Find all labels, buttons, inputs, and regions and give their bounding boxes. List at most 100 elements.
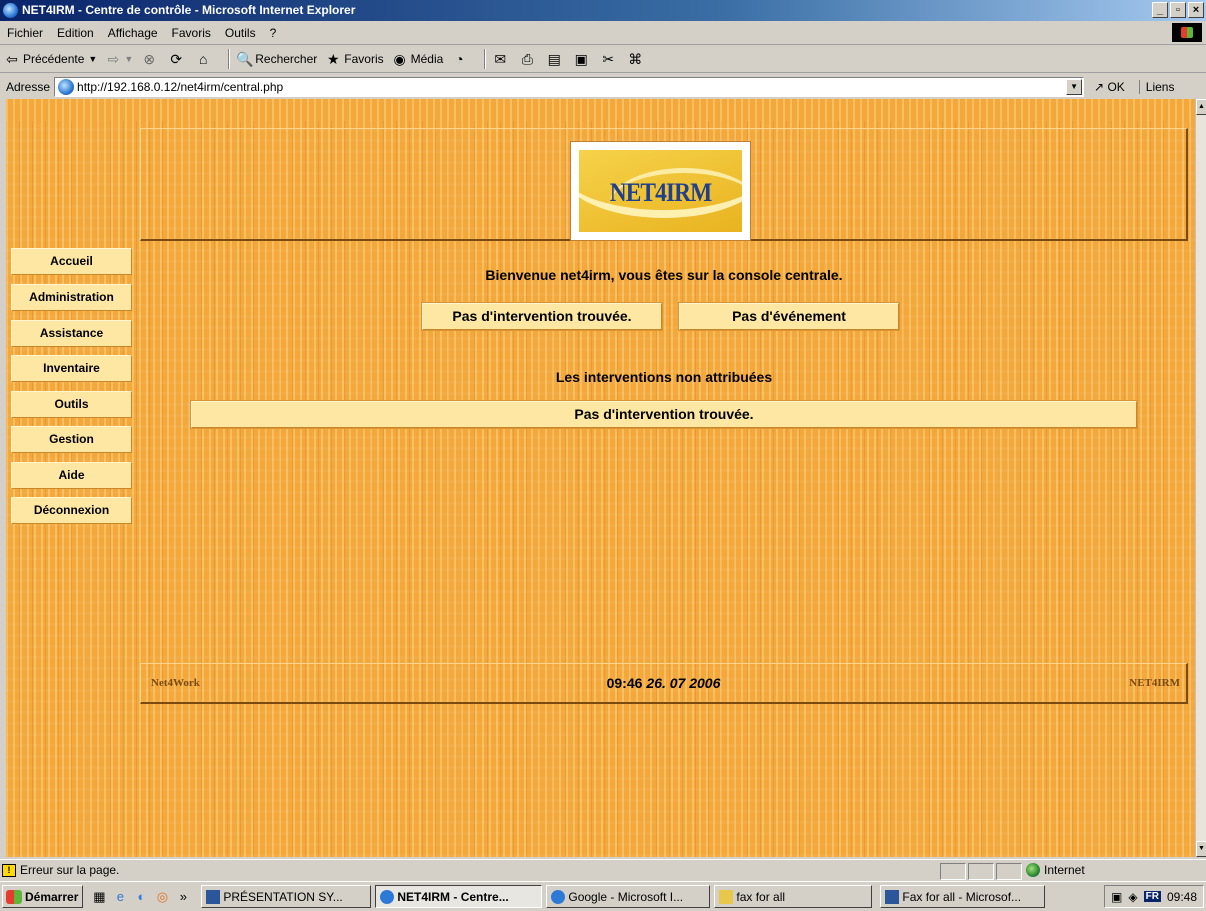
address-dropdown-button[interactable]: ▼ (1066, 78, 1083, 95)
toolbar: ⇦ Précédente ▼ ⇨ ▼ ⊗ ⟳ ⌂ 🔍 Rechercher ★ Favor… (0, 45, 1206, 73)
favorites-button[interactable]: ★ Favoris (325, 50, 384, 67)
home-icon: ⌂ (199, 50, 208, 67)
address-input[interactable]: http://192.168.0.12/net4irm/central.php … (54, 76, 1085, 97)
nav-outils[interactable]: Outils (11, 391, 132, 418)
edit-icon: ▤ (547, 50, 561, 67)
menu-outils[interactable]: Outils (218, 26, 263, 40)
start-button[interactable]: Démarrer (2, 885, 84, 908)
network-icon[interactable]: ▣ (1111, 890, 1122, 904)
edit-button[interactable]: ▤ (546, 51, 565, 67)
word-icon (885, 889, 900, 904)
system-tray: ▣ ◈ FR 09:48 (1104, 885, 1204, 908)
menu-affichage[interactable]: Affichage (101, 26, 165, 40)
unassigned-empty-box: Pas d'intervention trouvée. (190, 400, 1138, 429)
no-event-box[interactable]: Pas d'événement (678, 302, 900, 331)
links-button[interactable]: Liens (1138, 79, 1174, 94)
no-intervention-box[interactable]: Pas d'intervention trouvée. (421, 302, 663, 331)
discuss-icon: ▣ (574, 50, 588, 67)
history-button[interactable]: ◔ (451, 51, 470, 67)
address-bar: Adresse http://192.168.0.12/net4irm/cent… (0, 74, 1206, 99)
menu-favoris[interactable]: Favoris (165, 26, 218, 40)
more-chevron-icon[interactable]: » (175, 889, 191, 905)
nav-aide[interactable]: Aide (11, 462, 132, 489)
security-zone: Internet (1026, 863, 1085, 877)
status-bar: ! Erreur sur la page. Internet (0, 859, 1206, 882)
menu-edition[interactable]: Edition (50, 26, 101, 40)
media-player-icon[interactable]: ◎ (154, 889, 170, 905)
word-icon (206, 889, 221, 904)
task-presentation[interactable]: PRÉSENTATION SY... (201, 885, 372, 908)
nav-inventaire[interactable]: Inventaire (11, 355, 132, 382)
back-arrow-icon: ⇦ (6, 50, 18, 67)
stop-icon: ⊗ (143, 50, 156, 67)
ie-icon (3, 3, 18, 18)
discuss-button[interactable]: ▣ (573, 51, 592, 67)
refresh-button[interactable]: ⟳ (168, 51, 187, 67)
go-button[interactable]: ↗ OK (1094, 80, 1125, 94)
unassigned-title: Les interventions non attribuées (555, 369, 773, 385)
research-button[interactable]: ⌘ (627, 51, 646, 67)
dropdown-arrow-icon: ▼ (88, 53, 98, 64)
menu-fichier[interactable]: Fichier (0, 26, 50, 40)
search-button[interactable]: 🔍 Rechercher (236, 51, 317, 67)
task-fax-word[interactable]: Fax for all - Microsof... (880, 885, 1046, 908)
windows-logo-icon (1172, 23, 1202, 42)
task-google[interactable]: Google - Microsoft I... (546, 885, 711, 908)
nav-assistance[interactable]: Assistance (11, 320, 132, 347)
task-fax-folder[interactable]: fax for all (714, 885, 873, 908)
nav-gestion[interactable]: Gestion (11, 426, 132, 453)
status-pane (996, 863, 1022, 880)
task-net4irm[interactable]: NET4IRM - Centre... (375, 885, 543, 908)
outlook-icon[interactable]: ◐ (133, 889, 149, 905)
footer-datetime: 09:46 26. 07 2006 (141, 675, 1186, 691)
minimize-button[interactable]: _ (1152, 2, 1168, 18)
mail-icon: ✉ (494, 50, 507, 67)
favorites-icon: ★ (326, 50, 340, 67)
refresh-icon: ⟳ (170, 50, 183, 67)
ie-icon (551, 889, 566, 904)
nav-accueil[interactable]: Accueil (11, 248, 132, 275)
footer-product: NET4IRM (1129, 677, 1180, 689)
internet-globe-icon (1026, 863, 1040, 877)
status-message[interactable]: ! Erreur sur la page. (2, 863, 119, 877)
taskbar: Démarrer ▦ e ◐ ◎ » PRÉSENTATION SY... NE… (0, 881, 1206, 911)
home-button[interactable]: ⌂ (195, 51, 214, 67)
media-button[interactable]: ◉ Média (392, 51, 444, 67)
nav-deconnexion[interactable]: Déconnexion (11, 497, 132, 524)
scroll-up-button[interactable]: ▲ (1196, 99, 1206, 115)
clock[interactable]: 09:48 (1167, 890, 1197, 904)
forward-button[interactable]: ⇨ ▼ (105, 51, 133, 67)
toolbar-separator (484, 48, 487, 69)
media-icon: ◉ (393, 50, 406, 67)
back-button[interactable]: ⇦ Précédente ▼ (4, 51, 97, 67)
research-icon: ⌘ (628, 50, 643, 67)
status-pane (940, 863, 966, 880)
tray-app-icon[interactable]: ◈ (1128, 890, 1137, 904)
vertical-scrollbar[interactable]: ▲ ▼ (1195, 99, 1206, 857)
close-button[interactable]: × (1188, 2, 1204, 18)
nav-administration[interactable]: Administration (11, 284, 132, 311)
dropdown-arrow-icon: ▼ (124, 53, 134, 64)
mail-button[interactable]: ✉ (492, 51, 511, 67)
language-indicator[interactable]: FR (1143, 891, 1161, 902)
address-url: http://192.168.0.12/net4irm/central.php (77, 79, 284, 94)
messenger-button[interactable]: ✂ (600, 51, 619, 67)
desktop-icon[interactable]: ▦ (91, 889, 107, 905)
window-title: NET4IRM - Centre de contrôle - Microsoft… (22, 3, 356, 17)
welcome-message: Bienvenue net4irm, vous êtes sur la cons… (485, 267, 843, 283)
ie-quicklaunch-icon[interactable]: e (112, 889, 128, 905)
net4irm-logo: NET4IRM (570, 141, 751, 241)
stop-button[interactable]: ⊗ (141, 51, 160, 67)
logo-text: NET4IRM (609, 178, 713, 207)
windows-flag-icon (6, 889, 22, 904)
scroll-down-button[interactable]: ▼ (1196, 841, 1206, 857)
maximize-button[interactable]: ▫ (1170, 2, 1186, 18)
history-icon: ◔ (455, 50, 464, 67)
browser-window: NET4IRM - Centre de contrôle - Microsoft… (0, 0, 1206, 911)
toolbar-separator (228, 48, 231, 69)
warning-icon: ! (2, 863, 16, 877)
address-label: Adresse (6, 79, 51, 94)
print-button[interactable]: ⎙ (519, 51, 538, 67)
menu-help[interactable]: ? (263, 26, 284, 40)
title-bar: NET4IRM - Centre de contrôle - Microsoft… (0, 0, 1206, 21)
